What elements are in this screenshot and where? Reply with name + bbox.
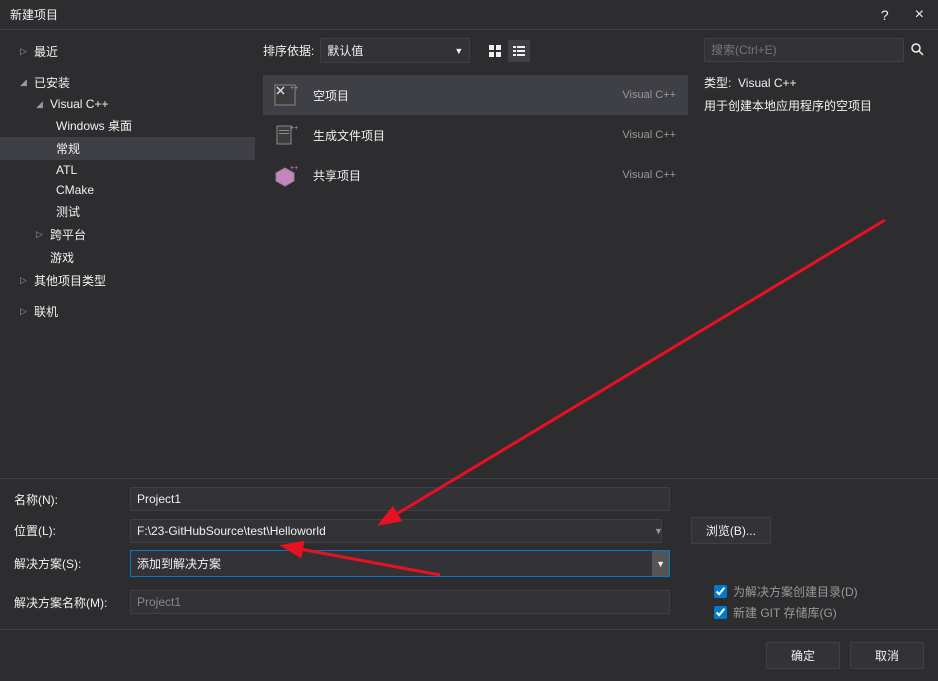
chevron-down-icon: ◢ [36,99,46,110]
help-button[interactable]: ? [869,0,901,30]
template-icon: ++ [271,161,299,189]
type-line: 类型: Visual C++ [704,74,930,91]
solution-dropdown[interactable]: 添加到解决方案 ▼ [130,550,670,577]
name-input[interactable] [130,487,670,511]
template-list: ++ 空项目 Visual C++ ++ 生成文件项目 Visual C++ +… [255,71,696,478]
chevron-right-icon: ▷ [20,46,30,57]
chevron-down-icon: ◢ [20,77,30,88]
name-label: 名称(N): [14,491,122,508]
tree-node-general[interactable]: 常规 [0,137,255,160]
tree-node-test[interactable]: 测试 [0,200,255,223]
tree-node-cross-platform[interactable]: ▷ 跨平台 [0,223,255,246]
git-checkbox[interactable] [714,606,727,619]
sort-label: 排序依据: [263,42,314,59]
template-icon: ++ [271,81,299,109]
dialog-title: 新建项目 [10,6,869,23]
solution-label: 解决方案(S): [14,555,122,572]
form-area: 名称(N): 位置(L): ▼ 浏览(B)... 解决方案(S): 添加到解决方… [0,478,938,629]
template-item-makefile[interactable]: ++ 生成文件项目 Visual C++ [263,115,688,155]
tree-node-recent[interactable]: ▷ 最近 [0,40,255,63]
search-icon[interactable] [904,42,930,59]
close-button[interactable]: × [901,0,938,30]
cancel-button[interactable]: 取消 [850,642,924,669]
chevron-right-icon: ▷ [36,229,46,240]
titlebar: 新建项目 ? × [0,0,938,30]
svg-text:++: ++ [290,125,298,132]
ok-button[interactable]: 确定 [766,642,840,669]
svg-text:++: ++ [290,85,298,92]
chevron-right-icon: ▷ [20,306,30,317]
grid-icon [488,44,502,58]
tree-node-windows-desktop[interactable]: Windows 桌面 [0,114,255,137]
view-grid-button[interactable] [484,40,506,62]
details-pane: 类型: Visual C++ 用于创建本地应用程序的空项目 [696,30,938,478]
solution-name-input[interactable] [130,590,670,614]
view-list-button[interactable] [508,40,530,62]
chevron-right-icon: ▷ [20,275,30,286]
template-item-empty[interactable]: ++ 空项目 Visual C++ [263,75,688,115]
toolbar: 排序依据: 默认值 ▼ [255,30,696,71]
solution-name-label: 解决方案名称(M): [14,594,122,611]
search-input[interactable] [704,38,904,62]
chevron-down-icon: ▼ [454,46,463,56]
location-label: 位置(L): [14,522,122,539]
create-dir-checkbox[interactable] [714,585,727,598]
create-dir-label: 为解决方案创建目录(D) [733,583,858,600]
template-item-shared[interactable]: ++ 共享项目 Visual C++ [263,155,688,195]
tree-node-online[interactable]: ▷ 联机 [0,300,255,323]
tree-node-installed[interactable]: ◢ 已安装 [0,71,255,94]
tree-node-other-types[interactable]: ▷ 其他项目类型 [0,269,255,292]
sort-dropdown[interactable]: 默认值 ▼ [320,38,470,63]
svg-text:++: ++ [290,165,298,172]
template-description: 用于创建本地应用程序的空项目 [704,97,930,114]
chevron-down-icon: ▼ [652,551,669,576]
chevron-down-icon[interactable]: ▼ [654,526,663,536]
git-label: 新建 GIT 存储库(G) [733,604,837,621]
tree-node-atl[interactable]: ATL [0,160,255,180]
tree-node-cmake[interactable]: CMake [0,180,255,200]
tree-node-vcpp[interactable]: ◢ Visual C++ [0,94,255,114]
location-input[interactable] [130,519,662,543]
dialog-buttons: 确定 取消 [0,629,938,681]
category-sidebar: ▷ 最近 ◢ 已安装 ◢ Visual C++ Windows 桌面 常规 AT… [0,30,255,478]
list-icon [512,44,526,58]
template-icon: ++ [271,121,299,149]
tree-node-games[interactable]: ▷ 游戏 [0,246,255,269]
browse-button[interactable]: 浏览(B)... [691,517,771,544]
